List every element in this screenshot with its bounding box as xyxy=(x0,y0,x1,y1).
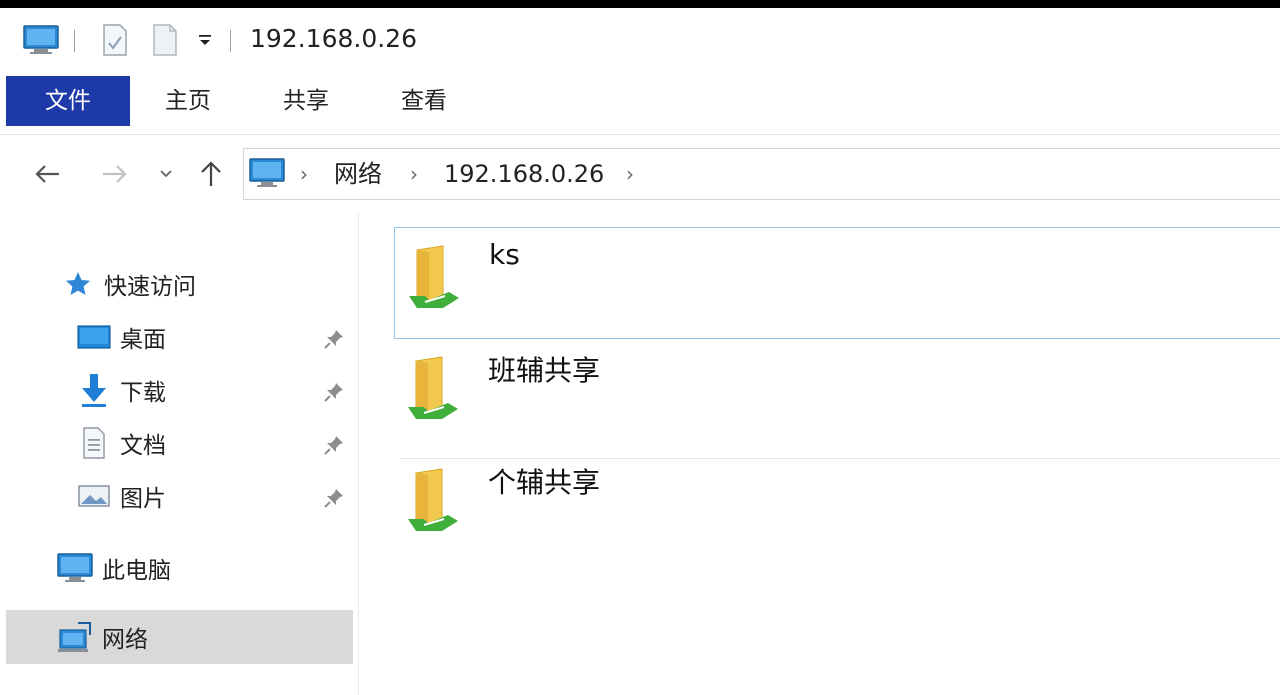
computer-icon xyxy=(20,22,62,58)
window-title: 192.168.0.26 xyxy=(250,24,417,53)
nav-item-documents[interactable]: 文档 xyxy=(74,419,166,467)
chevron-down-icon xyxy=(160,170,172,178)
title-bar: 192.168.0.26 xyxy=(0,8,1280,72)
tab-share[interactable]: 共享 xyxy=(258,76,354,126)
share-item[interactable]: 个辅共享 xyxy=(394,451,1280,563)
nav-item-label: 网络 xyxy=(102,627,148,653)
share-item[interactable]: ks xyxy=(394,227,1280,339)
download-icon xyxy=(74,372,114,408)
nav-quick-access[interactable]: 快速访问 xyxy=(58,260,196,308)
nav-item-desktop[interactable]: 桌面 xyxy=(74,313,166,361)
breadcrumb-separator-icon[interactable]: › xyxy=(626,149,634,199)
desktop-icon xyxy=(74,319,114,355)
breadcrumb-separator-icon[interactable]: › xyxy=(300,149,308,199)
shared-folder-icon xyxy=(402,353,462,423)
address-bar[interactable]: › 网络 › 192.168.0.26 › xyxy=(243,148,1280,200)
navigation-row: › 网络 › 192.168.0.26 › xyxy=(0,148,1280,200)
back-arrow-icon xyxy=(35,165,59,183)
pictures-icon xyxy=(74,478,114,514)
back-button[interactable] xyxy=(28,156,66,192)
nav-item-label: 图片 xyxy=(120,486,166,512)
nav-item-label: 桌面 xyxy=(120,327,166,353)
shared-folder-icon xyxy=(403,242,463,312)
nav-item-network[interactable]: 网络 xyxy=(56,613,148,661)
up-button[interactable] xyxy=(192,156,230,192)
pin-icon[interactable] xyxy=(320,431,348,459)
shared-folder-icon xyxy=(402,465,462,535)
new-file-icon[interactable] xyxy=(146,22,184,58)
nav-item-downloads[interactable]: 下载 xyxy=(74,366,166,414)
breadcrumb-separator-icon[interactable]: › xyxy=(410,149,418,199)
forward-button[interactable] xyxy=(96,156,134,192)
recent-locations-button[interactable] xyxy=(150,156,182,192)
tab-home[interactable]: 主页 xyxy=(140,76,236,126)
share-name: ks xyxy=(489,238,520,271)
ribbon-tabs: 文件 主页 共享 查看 xyxy=(0,76,1280,135)
nav-item-pictures[interactable]: 图片 xyxy=(74,472,166,520)
nav-quick-access-label: 快速访问 xyxy=(104,274,196,300)
breadcrumb-host[interactable]: 192.168.0.26 xyxy=(444,149,604,199)
breadcrumb-network[interactable]: 网络 xyxy=(334,149,382,199)
content-pane: ks 班辅共享 个辅共享 xyxy=(360,213,1280,695)
toolbar-separator xyxy=(74,30,75,52)
share-name: 班辅共享 xyxy=(488,354,601,387)
star-icon xyxy=(58,266,98,302)
pin-icon[interactable] xyxy=(320,325,348,353)
document-icon xyxy=(74,425,114,461)
tab-file[interactable]: 文件 xyxy=(6,76,130,126)
nav-item-label: 文档 xyxy=(120,433,166,459)
nav-item-label: 此电脑 xyxy=(102,558,171,584)
pin-icon[interactable] xyxy=(320,484,348,512)
forward-arrow-icon xyxy=(103,165,127,183)
nav-item-this-pc[interactable]: 此电脑 xyxy=(56,544,171,592)
pin-icon[interactable] xyxy=(320,378,348,406)
computer-icon xyxy=(56,550,96,586)
tab-view[interactable]: 查看 xyxy=(376,76,472,126)
share-item[interactable]: 班辅共享 xyxy=(394,339,1280,451)
network-icon xyxy=(56,619,96,655)
navigation-pane: 快速访问 桌面 下载 文档 图片 此电脑 网络 xyxy=(0,213,359,695)
nav-item-label: 下载 xyxy=(120,380,166,406)
computer-icon xyxy=(248,156,288,194)
explorer-window: 192.168.0.26 文件 主页 共享 查看 › 网络 › 192.168.… xyxy=(0,8,1280,695)
share-name: 个辅共享 xyxy=(488,466,601,499)
customize-toolbar-dropdown-icon[interactable] xyxy=(192,22,218,58)
properties-icon[interactable] xyxy=(96,22,134,58)
toolbar-separator xyxy=(230,30,231,52)
up-arrow-icon xyxy=(201,161,221,186)
